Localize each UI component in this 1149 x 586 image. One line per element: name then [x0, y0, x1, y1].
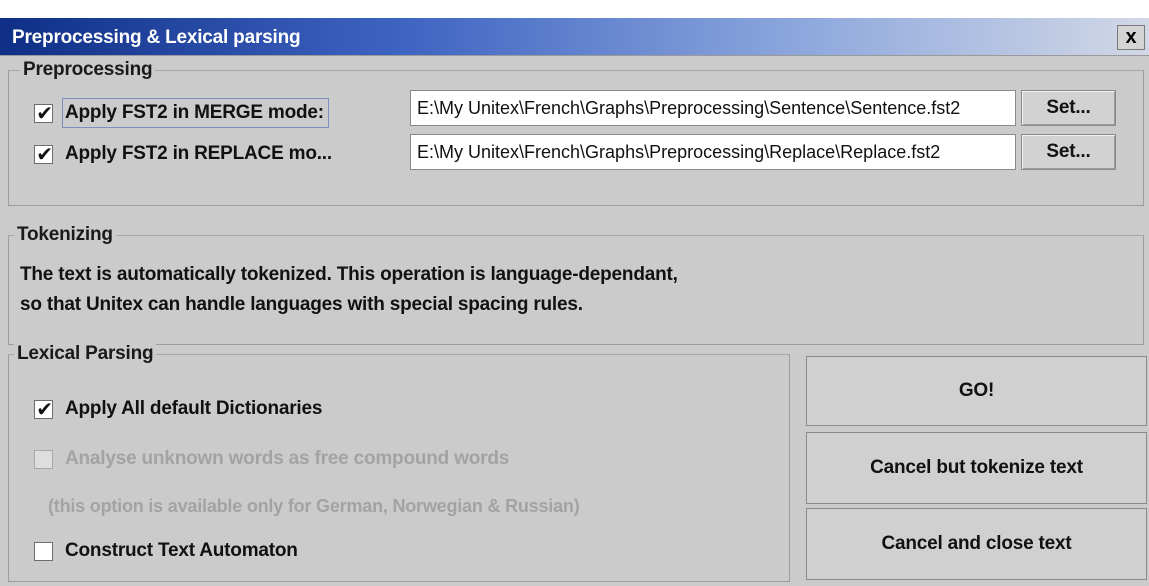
construct-automaton-checkbox: [34, 541, 53, 561]
apply-dictionaries-label: Apply All default Dictionaries: [65, 398, 323, 419]
check-icon: ✔: [36, 398, 53, 421]
merge-mode-checkbox[interactable]: ✔: [34, 102, 53, 125]
analyse-unknown-checkbox-row: Analyse unknown words as free compound w…: [34, 448, 509, 470]
tokenizing-legend: Tokenizing: [14, 224, 116, 246]
check-icon: ✔: [36, 143, 53, 166]
tokenizing-description-line-2: so that Unitex can handle languages with…: [20, 294, 583, 315]
replace-mode-label: Apply FST2 in REPLACE mo...: [65, 143, 332, 164]
merge-mode-checkbox-row[interactable]: ✔ Apply FST2 in MERGE mode:: [34, 98, 329, 128]
analyse-unknown-note: (this option is available only for Germa…: [48, 496, 580, 516]
replace-mode-checkbox[interactable]: ✔: [34, 143, 53, 166]
cancel-close-button[interactable]: Cancel and close text: [806, 508, 1147, 580]
construct-automaton-label: Construct Text Automaton: [65, 540, 298, 561]
lexical-parsing-legend: Lexical Parsing: [14, 343, 157, 365]
close-button[interactable]: x: [1117, 25, 1145, 50]
analyse-unknown-checkbox: [34, 449, 53, 469]
merge-fst2-path-input[interactable]: E:\My Unitex\French\Graphs\Preprocessing…: [410, 90, 1016, 126]
tokenizing-description-line-1: The text is automatically tokenized. Thi…: [20, 264, 678, 285]
replace-fst2-path-input[interactable]: E:\My Unitex\French\Graphs\Preprocessing…: [410, 134, 1016, 170]
replace-set-button[interactable]: Set...: [1021, 134, 1116, 170]
apply-dictionaries-checkbox-row[interactable]: ✔ Apply All default Dictionaries: [34, 398, 323, 421]
construct-automaton-checkbox-row[interactable]: Construct Text Automaton: [34, 540, 298, 562]
merge-mode-label: Apply FST2 in MERGE mode:: [62, 98, 329, 128]
apply-dictionaries-checkbox[interactable]: ✔: [34, 398, 53, 421]
title-bar[interactable]: Preprocessing & Lexical parsing x: [0, 18, 1149, 56]
dialog-window: Preprocessing & Lexical parsing x Prepro…: [0, 18, 1149, 586]
analyse-unknown-label: Analyse unknown words as free compound w…: [65, 448, 510, 469]
merge-set-button[interactable]: Set...: [1021, 90, 1116, 126]
window-title: Preprocessing & Lexical parsing: [12, 27, 301, 48]
cancel-tokenize-button[interactable]: Cancel but tokenize text: [806, 432, 1147, 504]
go-button[interactable]: GO!: [806, 356, 1147, 426]
preprocessing-legend: Preprocessing: [20, 59, 156, 81]
tokenizing-group: [8, 235, 1144, 345]
check-icon: ✔: [36, 102, 53, 125]
replace-mode-checkbox-row[interactable]: ✔ Apply FST2 in REPLACE mo...: [34, 143, 332, 166]
